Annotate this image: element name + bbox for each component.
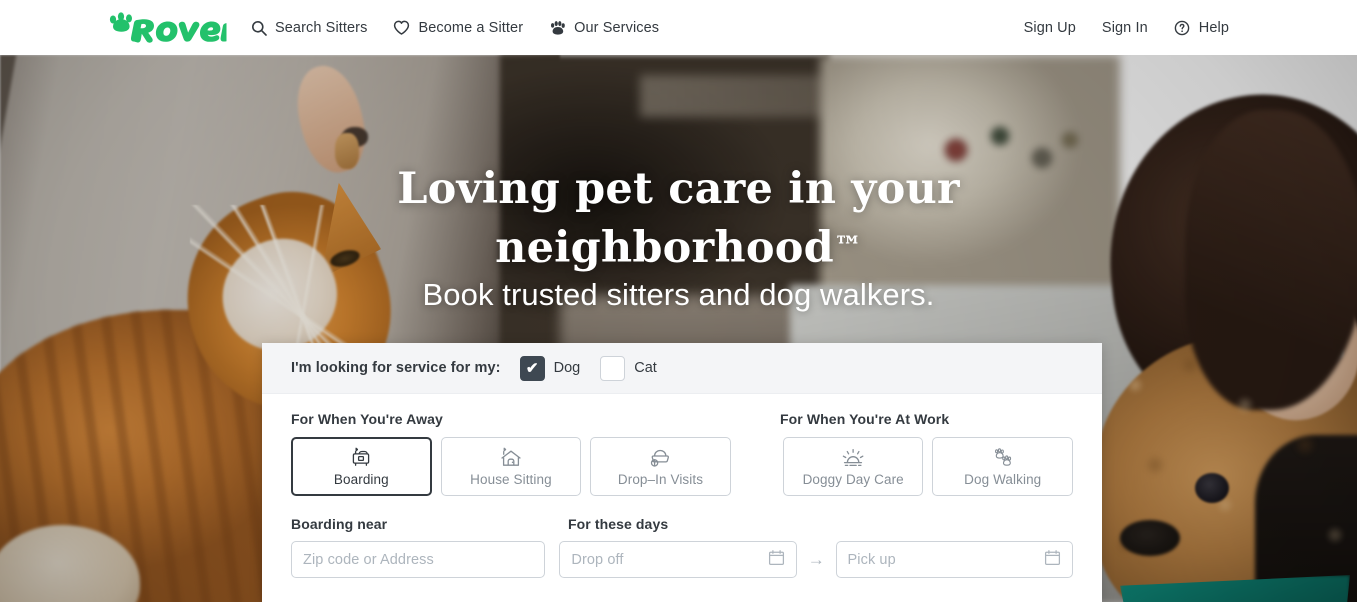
site-header: Search Sitters Become a Sitter Our Servi…: [0, 0, 1357, 55]
checkmark-icon: ✔: [525, 359, 539, 377]
help-link[interactable]: Help: [1174, 19, 1229, 36]
service-label-doggy-day-care: Doggy Day Care: [802, 471, 904, 487]
group-label-work: For When You're At Work: [780, 411, 950, 427]
dates-field-label: For these days: [568, 516, 669, 532]
location-input-placeholder: Zip code or Address: [303, 551, 434, 568]
sign-in-label: Sign In: [1101, 19, 1148, 36]
nav-search-sitters[interactable]: Search Sitters: [250, 19, 367, 36]
nav-our-services-label: Our Services: [574, 19, 660, 36]
pickup-date-input[interactable]: Pick up: [835, 541, 1073, 578]
group-label-away: For When You're Away: [291, 411, 443, 427]
search-inputs-row: Zip code or Address Drop off → Pick up: [291, 541, 1073, 578]
pickup-input-placeholder: Pick up: [847, 551, 896, 568]
nav-our-services[interactable]: Our Services: [549, 19, 659, 36]
location-input[interactable]: Zip code or Address: [291, 541, 545, 578]
service-label-dog-walking: Dog Walking: [964, 471, 1042, 487]
service-search-card: I'm looking for service for my: ✔ Dog Ca…: [262, 343, 1102, 602]
calendar-icon: [768, 549, 785, 571]
nav-search-sitters-label: Search Sitters: [275, 19, 368, 36]
cat-checkbox[interactable]: [600, 355, 626, 381]
dropoff-date-input[interactable]: Drop off: [559, 541, 797, 578]
primary-nav: Search Sitters Become a Sitter Our Servi…: [250, 0, 659, 55]
service-group-divider: [740, 437, 774, 496]
two-paws-icon: [988, 447, 1018, 469]
dropoff-input-placeholder: Drop off: [571, 551, 624, 568]
calendar-icon: [1044, 549, 1061, 571]
pet-option-cat[interactable]: Cat: [600, 355, 657, 381]
sign-in-link[interactable]: Sign In: [1102, 20, 1148, 36]
service-group-labels: For When You're Away For When You're At …: [291, 411, 1073, 427]
account-nav: Sign Up Sign In Help: [1024, 0, 1229, 55]
pet-prompt-label: I'm looking for service for my:: [291, 360, 501, 376]
dog-checkbox-label: Dog: [553, 360, 581, 376]
paw-icon: [549, 19, 566, 36]
pet-type-selector: I'm looking for service for my: ✔ Dog Ca…: [262, 343, 1102, 394]
field-labels-row: Boarding near For these days: [291, 516, 1073, 532]
service-button-dog-walking[interactable]: Dog Walking: [932, 437, 1073, 496]
question-circle-icon: [1174, 19, 1191, 36]
dog-checkbox[interactable]: ✔: [519, 355, 545, 381]
service-button-drop-in-visits[interactable]: Drop–In Visits: [590, 437, 731, 496]
location-field-label: Boarding near: [291, 516, 388, 532]
sign-up-link[interactable]: Sign Up: [1024, 20, 1076, 36]
pet-option-dog[interactable]: ✔ Dog: [519, 355, 581, 381]
service-selection-body: For When You're Away For When You're At …: [262, 394, 1102, 578]
service-button-house-sitting[interactable]: House Sitting: [440, 437, 582, 496]
service-label-house-sitting: House Sitting: [470, 471, 552, 487]
help-label: Help: [1198, 19, 1229, 36]
cat-checkbox-label: Cat: [634, 360, 657, 376]
service-buttons-row: Boarding House Sitting Drop–In Visits Do…: [291, 437, 1073, 496]
dog-house-icon: [496, 447, 526, 469]
service-button-boarding[interactable]: Boarding: [291, 437, 432, 496]
nav-become-a-sitter-label: Become a Sitter: [418, 19, 524, 36]
service-label-drop-in-visits: Drop–In Visits: [617, 471, 704, 487]
service-label-boarding: Boarding: [333, 471, 389, 487]
search-icon: [250, 19, 267, 36]
pet-options: ✔ Dog Cat: [519, 355, 657, 381]
dog-bowl-ball-icon: [645, 447, 675, 469]
heart-icon: [393, 19, 410, 36]
dog-suitcase-icon: [346, 447, 376, 469]
service-button-doggy-day-care[interactable]: Doggy Day Care: [782, 437, 924, 496]
rover-logo[interactable]: [105, 9, 227, 47]
sunrise-icon: [838, 447, 868, 469]
rover-logo-svg: [109, 12, 227, 43]
nav-become-a-sitter[interactable]: Become a Sitter: [393, 19, 523, 36]
date-range-arrow: →: [807, 549, 825, 569]
sign-up-label: Sign Up: [1023, 19, 1076, 36]
